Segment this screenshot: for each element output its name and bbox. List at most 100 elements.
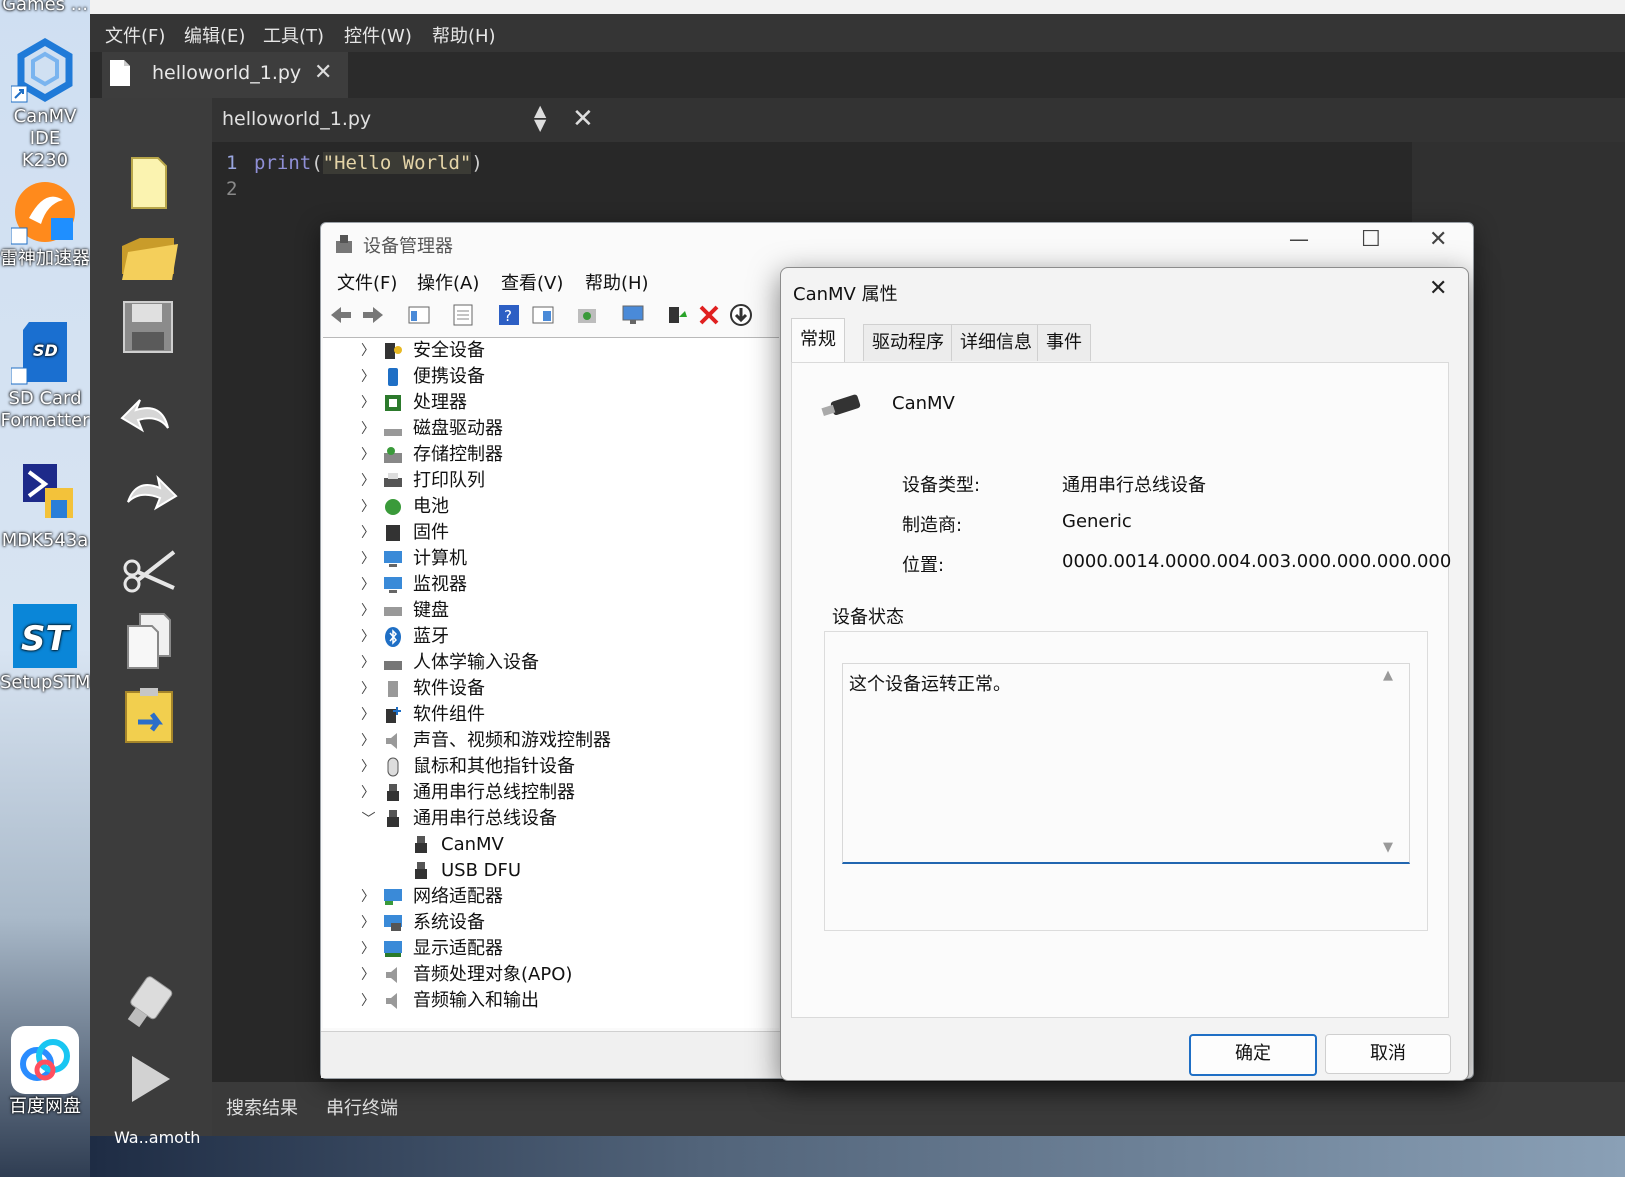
chevron-right-icon[interactable]: 〉 [361, 678, 375, 698]
monitor-view-icon[interactable] [621, 303, 645, 327]
close-icon[interactable]: ✕ [1429, 276, 1447, 301]
chevron-right-icon[interactable]: 〉 [361, 522, 375, 542]
menu-help[interactable]: 帮助(H) [585, 269, 649, 295]
chevron-down-icon[interactable]: 〉 [358, 811, 378, 825]
chevron-right-icon[interactable]: 〉 [361, 574, 375, 594]
chevron-right-icon[interactable]: 〉 [361, 730, 375, 750]
chevron-right-icon[interactable]: 〉 [361, 704, 375, 724]
properties-view-icon[interactable] [407, 303, 431, 327]
desktop-icon-mdk[interactable]: MDK543a [0, 460, 90, 552]
back-icon[interactable] [329, 303, 353, 327]
chevron-right-icon[interactable]: 〉 [361, 912, 375, 932]
disk-drive-icon [384, 429, 402, 436]
menu-help[interactable]: 帮助(H) [432, 22, 496, 48]
device-status-textbox[interactable]: 这个设备运转正常。 ▲ ▼ [842, 663, 1410, 864]
connect-icon[interactable] [118, 970, 180, 1032]
chevron-right-icon[interactable]: 〉 [361, 392, 375, 412]
tab-general[interactable]: 常规 [791, 318, 845, 363]
file-tab[interactable]: helloworld_1.py ✕ [102, 52, 348, 98]
help-icon[interactable]: ? [497, 303, 521, 327]
menu-tools[interactable]: 工具(T) [263, 22, 324, 48]
usb-icon [415, 836, 427, 853]
tab-search-results[interactable]: 搜索结果 [226, 1094, 298, 1120]
desktop-icon-canmv-ide[interactable]: CanMV IDE K230 [0, 36, 90, 172]
code-func: print [254, 152, 312, 174]
open-folder-icon[interactable] [118, 224, 180, 286]
copy-icon[interactable] [118, 610, 180, 672]
audio-icon [386, 967, 397, 983]
new-file-icon[interactable] [118, 152, 180, 214]
close-editor-icon[interactable]: ✕ [572, 104, 594, 134]
chevron-right-icon[interactable]: 〉 [361, 418, 375, 438]
bluetooth-icon [385, 627, 401, 647]
audio-icon [386, 733, 397, 749]
scan-hardware-icon[interactable] [575, 303, 599, 327]
chevron-right-icon[interactable]: 〉 [361, 366, 375, 386]
cancel-button[interactable]: 取消 [1325, 1034, 1451, 1074]
desktop-icon-stm[interactable]: ST SetupSTM... [0, 602, 108, 694]
save-icon[interactable] [118, 296, 180, 358]
svg-text:SD: SD [33, 341, 58, 360]
menu-widgets[interactable]: 控件(W) [344, 22, 412, 48]
chevron-right-icon[interactable]: 〉 [361, 496, 375, 516]
manufacturer-value: Generic [1062, 511, 1132, 532]
list-view-icon[interactable] [451, 303, 475, 327]
chevron-right-icon[interactable]: 〉 [361, 756, 375, 776]
tab-driver[interactable]: 驱动程序 [863, 324, 953, 361]
ide-menubar: 文件(F) 编辑(E) 工具(T) 控件(W) 帮助(H) [90, 14, 1625, 52]
desktop-icon-sd-formatter[interactable]: SD SD Card Formatter [0, 318, 90, 432]
tab-serial-terminal[interactable]: 串行终端 [326, 1094, 398, 1120]
close-tab-icon[interactable]: ✕ [314, 60, 332, 85]
file-switch-icon[interactable]: ▲ ▼ [534, 103, 546, 133]
undo-icon[interactable] [118, 388, 180, 450]
chevron-right-icon[interactable]: 〉 [361, 964, 375, 984]
update-driver-icon[interactable] [665, 303, 689, 327]
manufacturer-label: 制造商: [902, 515, 963, 536]
desktop-icon-leishen[interactable]: 雷神加速器 [0, 178, 90, 270]
menu-file[interactable]: 文件(F) [337, 269, 397, 295]
disable-device-icon[interactable] [729, 303, 753, 327]
chevron-right-icon[interactable]: 〉 [361, 990, 375, 1010]
details-view-icon[interactable] [531, 303, 555, 327]
close-icon[interactable]: ✕ [1429, 227, 1447, 252]
ide-tabbar: helloworld_1.py ✕ [90, 52, 1625, 98]
desktop-icon-label: 百度网盘 [9, 1096, 81, 1117]
chevron-right-icon[interactable]: 〉 [361, 626, 375, 646]
svg-text:ST: ST [21, 619, 71, 659]
uninstall-icon[interactable] [697, 303, 721, 327]
menu-edit[interactable]: 编辑(E) [184, 22, 245, 48]
ok-button[interactable]: 确定 [1189, 1034, 1317, 1076]
cut-icon[interactable] [118, 536, 180, 598]
chevron-right-icon[interactable]: 〉 [361, 470, 375, 490]
properties-dialog: CanMV 属性 ✕ 常规 驱动程序 详细信息 事件 CanMV 设备类型: 通… [780, 267, 1469, 1081]
menu-view[interactable]: 查看(V) [501, 269, 563, 295]
redo-icon[interactable] [118, 462, 180, 524]
usb-icon [387, 784, 399, 801]
usb-cable-icon [821, 394, 861, 417]
line-number: 1 [226, 152, 238, 174]
run-icon[interactable] [118, 1048, 180, 1110]
chevron-right-icon[interactable]: 〉 [361, 938, 375, 958]
chevron-right-icon[interactable]: 〉 [361, 548, 375, 568]
code-line-1: print("Hello World") [254, 152, 483, 174]
tab-details[interactable]: 详细信息 [951, 324, 1041, 361]
menu-action[interactable]: 操作(A) [417, 269, 479, 295]
device-type-value: 通用串行总线设备 [1062, 475, 1206, 496]
menu-file[interactable]: 文件(F) [105, 22, 165, 48]
scroll-up-icon[interactable]: ▲ [1383, 668, 1393, 683]
chevron-right-icon[interactable]: 〉 [361, 886, 375, 906]
maximize-icon[interactable]: ☐ [1361, 227, 1381, 252]
desktop-icon-label: MDK543a [1, 530, 89, 551]
chevron-right-icon[interactable]: 〉 [361, 652, 375, 672]
forward-icon[interactable] [361, 303, 385, 327]
scroll-down-icon[interactable]: ▼ [1383, 840, 1393, 855]
chevron-right-icon[interactable]: 〉 [361, 782, 375, 802]
tab-events[interactable]: 事件 [1037, 324, 1091, 361]
location-label: 位置: [902, 555, 945, 576]
desktop-icon-baidu[interactable]: 百度网盘 [0, 1026, 90, 1118]
chevron-right-icon[interactable]: 〉 [361, 444, 375, 464]
chevron-right-icon[interactable]: 〉 [361, 600, 375, 620]
paste-icon[interactable] [118, 684, 180, 746]
minimize-icon[interactable]: — [1289, 227, 1309, 251]
chevron-right-icon[interactable]: 〉 [361, 340, 375, 360]
